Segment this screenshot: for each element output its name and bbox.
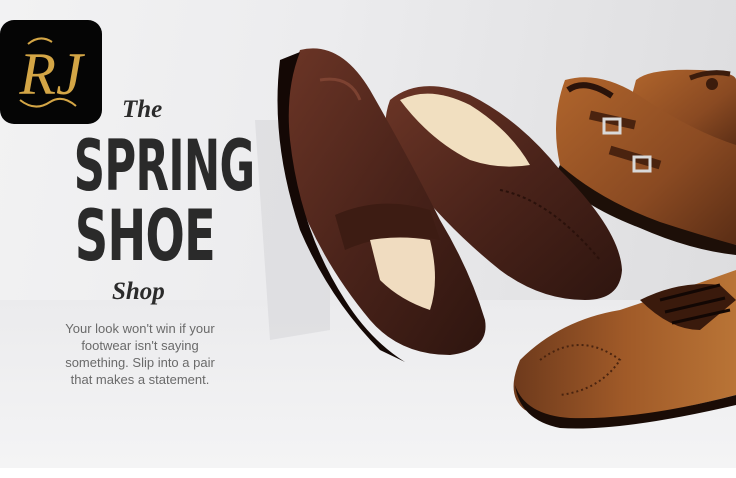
description-line: Your look won't win if your <box>65 321 215 336</box>
rj-monogram-icon: RJ <box>18 37 85 108</box>
headline-the: The <box>122 96 163 123</box>
promo-banner[interactable]: RJ The SPRING SHOE Shop Your look won't … <box>0 0 736 468</box>
description-line: that makes a statement. <box>70 372 210 387</box>
headline-spring: SPRING <box>73 125 255 207</box>
description: Your look won't win if your footwear isn… <box>40 320 240 388</box>
description-line: footwear isn't saying <box>81 338 199 353</box>
rj-logo[interactable]: RJ <box>0 20 102 124</box>
description-line: something. Slip into a pair <box>65 355 215 370</box>
svg-text:RJ: RJ <box>18 41 85 107</box>
headline-shop: Shop <box>112 278 165 305</box>
headline-shoe: SHOE <box>74 195 216 277</box>
